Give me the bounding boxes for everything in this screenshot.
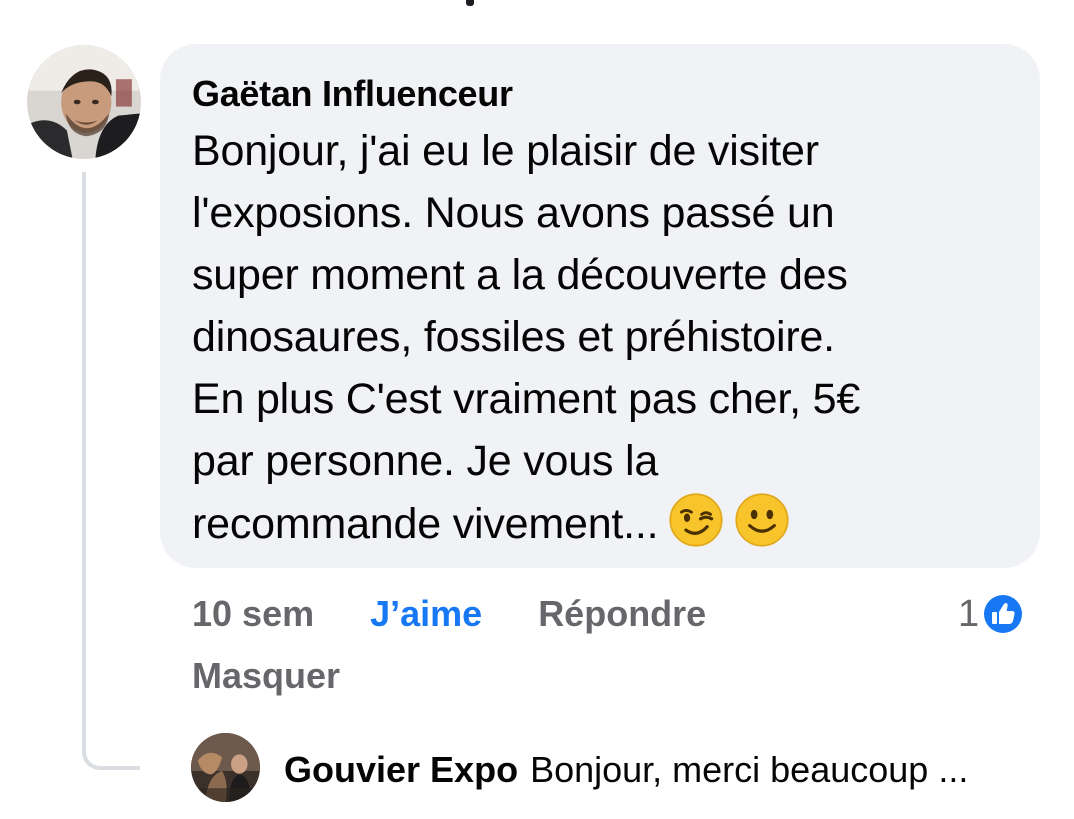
commenter-avatar[interactable] — [27, 45, 141, 159]
comment-line: dinosaures, fossiles et préhistoire. — [192, 313, 835, 361]
reaction-count: 1 — [958, 592, 980, 635]
top-scroll-indicator — [466, 0, 474, 6]
comment-line: super moment a la découverte des — [192, 251, 848, 299]
profile-photo-icon — [191, 733, 260, 802]
comment-line: l'exposions. Nous avons passé un — [192, 189, 835, 237]
smiling-face-icon — [734, 492, 790, 548]
reply-button[interactable]: Répondre — [538, 593, 706, 635]
comment-line-last: recommande vivement... — [192, 492, 1012, 555]
reply-preview-text: Bonjour, merci beaucoup ... — [530, 749, 969, 790]
comment-line: recommande vivement... — [192, 500, 659, 548]
winking-face-icon — [668, 492, 724, 548]
comment-line: Bonjour, j'ai eu le plaisir de visiter — [192, 127, 819, 175]
reply-preview[interactable]: Gouvier Expo Bonjour, merci beaucoup ... — [284, 745, 968, 795]
reply-thread-line — [82, 172, 140, 770]
reaction-summary[interactable]: 1 — [958, 588, 1025, 640]
profile-photo-icon — [27, 45, 141, 159]
comment-bubble: Gaëtan Influenceur Bonjour, j'ai eu le p… — [160, 44, 1040, 568]
comment-timestamp[interactable]: 10 sem — [192, 593, 314, 635]
reply-author-name[interactable]: Gouvier Expo — [284, 749, 518, 791]
comment-line: En plus C'est vraiment pas cher, 5€ — [192, 375, 861, 423]
comment-actions: 10 sem J’aime Répondre — [192, 588, 706, 640]
hide-button[interactable]: Masquer — [192, 652, 340, 700]
comment-author[interactable]: Gaëtan Influenceur — [192, 72, 1010, 116]
like-thumb-icon — [982, 593, 1025, 635]
like-button[interactable]: J’aime — [370, 593, 482, 635]
reply-author-avatar[interactable] — [191, 733, 260, 802]
comment-text: Bonjour, j'ai eu le plaisir de visiter l… — [192, 120, 1012, 555]
comment-line: par personne. Je vous la — [192, 437, 659, 485]
